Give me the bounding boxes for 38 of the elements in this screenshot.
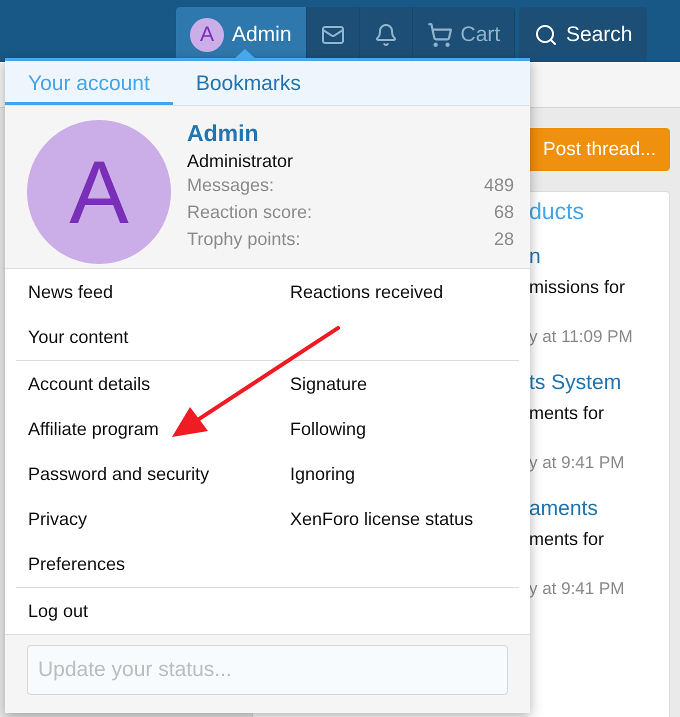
profile-avatar: A (27, 120, 171, 264)
menu-item[interactable]: Preferences (28, 542, 290, 587)
cart-icon (426, 22, 453, 48)
menu-tab[interactable]: Bookmarks (172, 65, 324, 105)
menu-item[interactable]: Log out (28, 589, 290, 634)
user-name[interactable]: Admin (187, 120, 514, 147)
search-tab[interactable]: Search (519, 7, 648, 62)
nav-label: Admin (232, 22, 292, 46)
thread-link[interactable]: ts System (529, 370, 669, 396)
status-field[interactable]: Update your status... (27, 645, 508, 695)
post-snippet: ments for (529, 528, 606, 551)
post-snippet: missions for (529, 276, 626, 299)
stat-label: Messages: (187, 174, 274, 197)
menu-item[interactable]: Password and security (28, 452, 290, 497)
menu-item[interactable]: Affiliate program (28, 407, 290, 452)
stat-value: 28 (494, 228, 514, 251)
search-label: Search (566, 22, 632, 46)
stat-label: Trophy points: (187, 228, 300, 251)
menu-item[interactable]: XenForo license status (290, 497, 519, 542)
thread-link[interactable]: n (529, 244, 669, 270)
nav-label: Cart (460, 22, 500, 46)
menu-item[interactable]: Ignoring (290, 452, 519, 497)
menu-item[interactable]: Account details (28, 362, 290, 407)
stat-value: 68 (494, 201, 514, 224)
post-snippet: ments for (529, 402, 606, 425)
menu-item[interactable]: Reactions received (290, 270, 519, 315)
stat-value: 489 (484, 174, 514, 197)
menu-item[interactable]: Signature (290, 362, 519, 407)
search-icon (534, 22, 558, 46)
menu-item[interactable]: Following (290, 407, 519, 452)
user-title: Administrator (187, 151, 294, 172)
menu-item[interactable]: Your content (28, 315, 290, 360)
thread-link[interactable]: aments (529, 496, 669, 522)
bell-icon (374, 22, 398, 46)
stat-label: Reaction score: (187, 201, 312, 224)
menu-item[interactable]: Privacy (28, 497, 290, 542)
menu-item[interactable]: News feed (28, 270, 290, 315)
avatar-icon: A (190, 18, 224, 52)
